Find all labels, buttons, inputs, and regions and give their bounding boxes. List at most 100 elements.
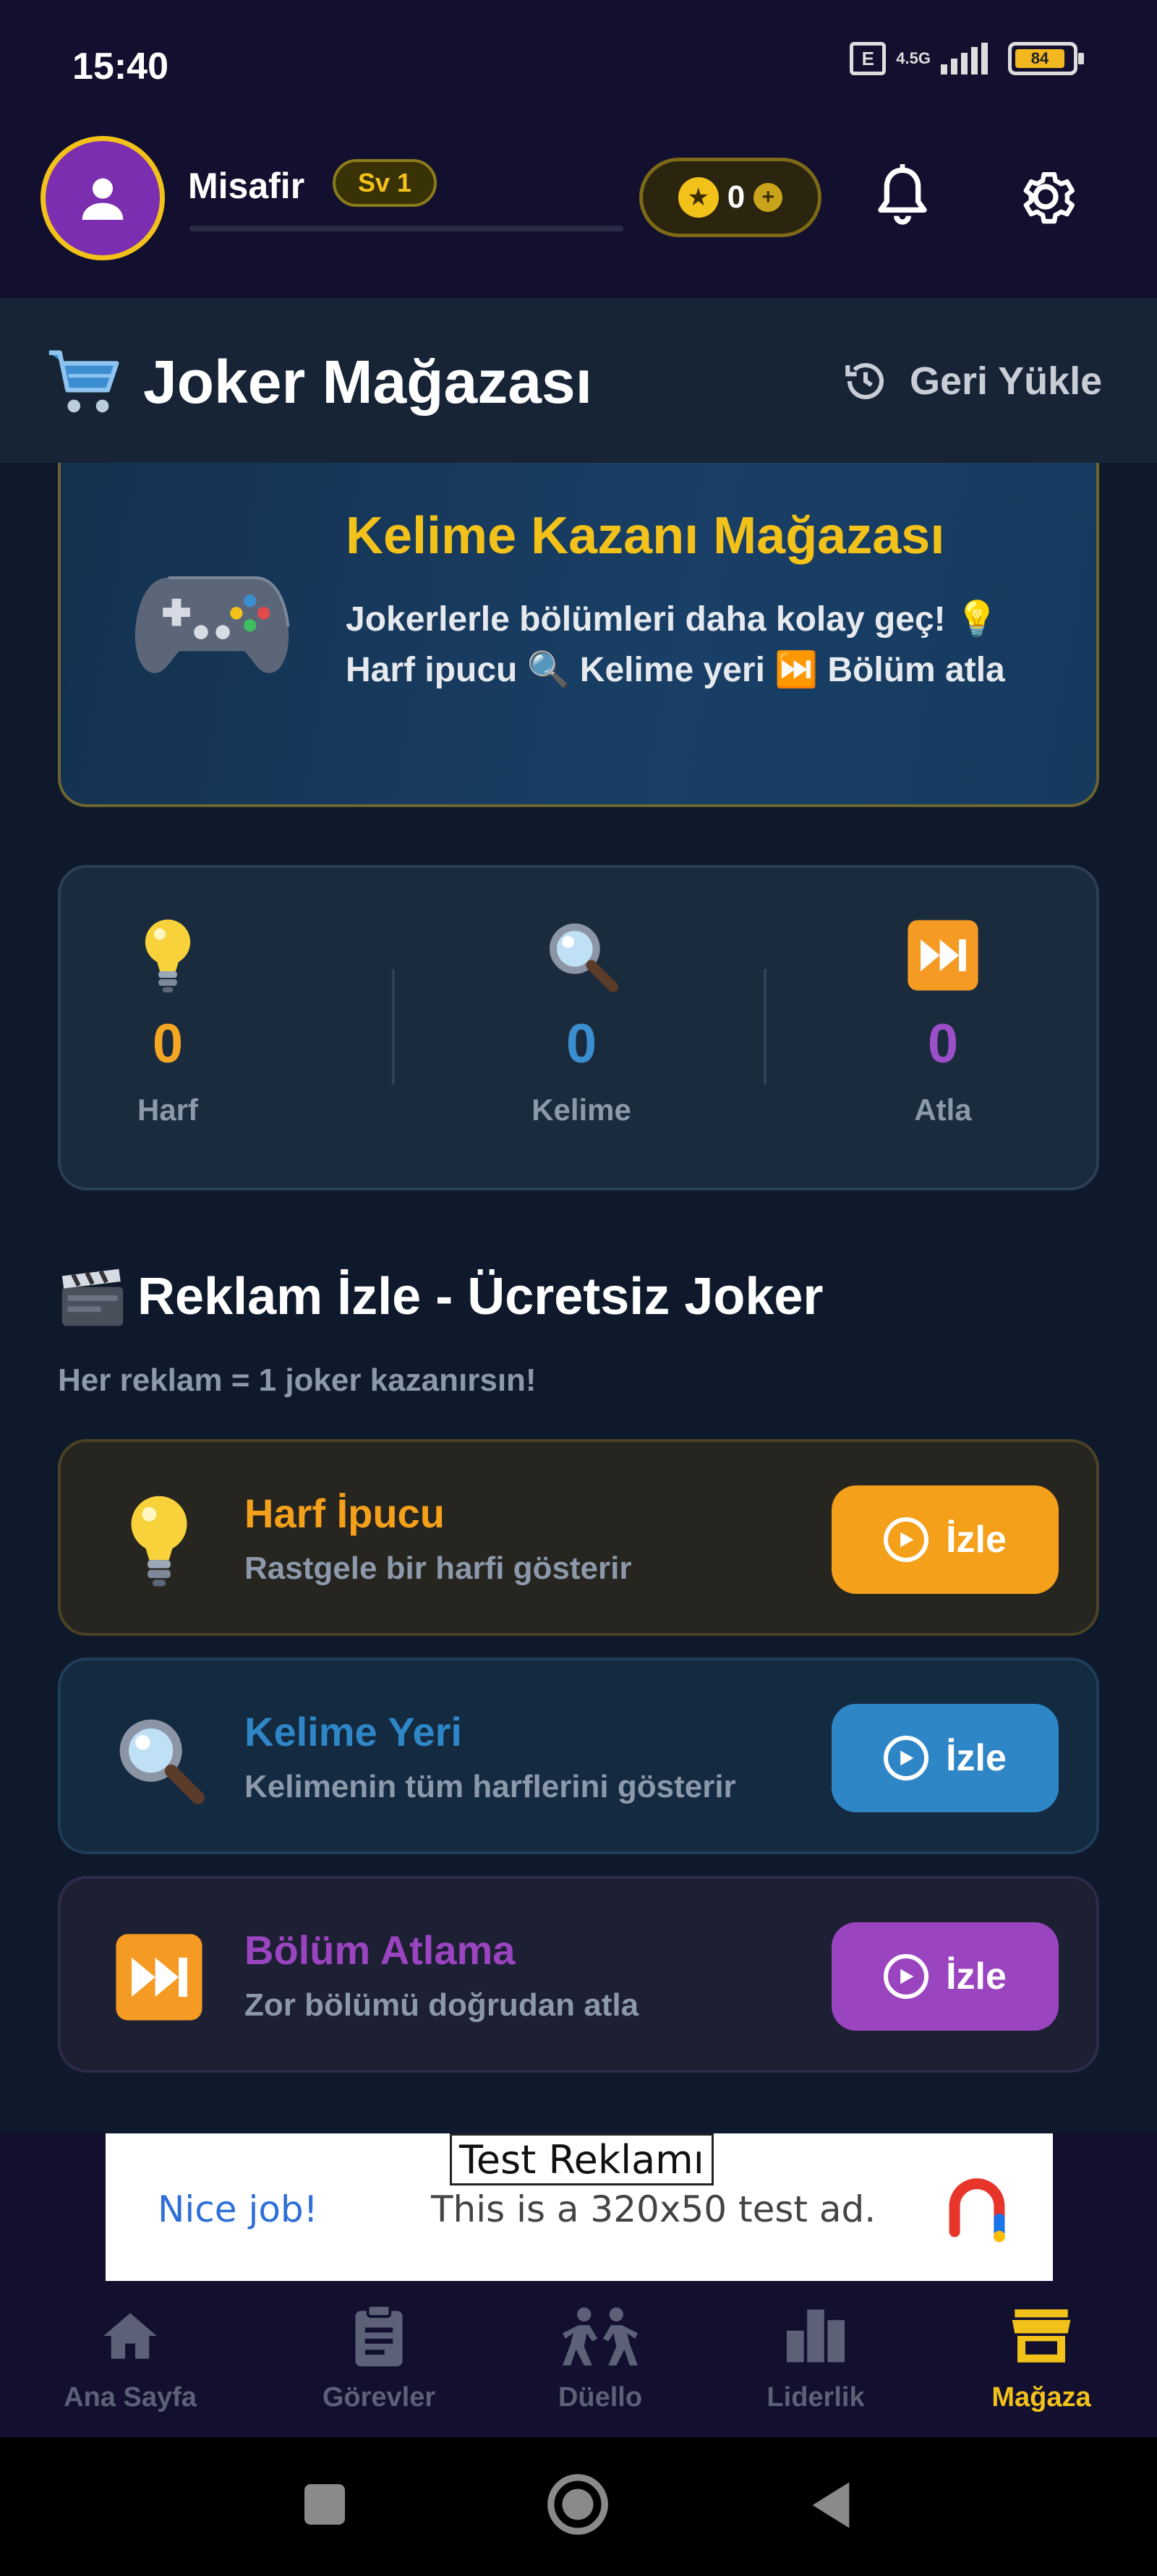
signal-icon: [941, 43, 988, 74]
divider: [764, 969, 767, 1085]
watch-label: İzle: [946, 1519, 1007, 1561]
user-icon: [82, 178, 124, 220]
test-ad-banner[interactable]: Test Reklamı Nice job! This is a 320x50 …: [106, 2133, 1053, 2281]
nav-ana-sayfa[interactable]: Ana Sayfa: [22, 2303, 239, 2413]
battery-level: 84: [1015, 49, 1064, 68]
settings-button[interactable]: [1011, 162, 1080, 231]
banner-title: Kelime Kazanı Mağazası: [346, 507, 945, 565]
play-icon: [884, 1517, 929, 1562]
recents-button[interactable]: [299, 2479, 350, 2533]
reward-kelime-yeri: Kelime Yeri Kelimenin tüm harflerini gös…: [58, 1658, 1099, 1854]
home-button[interactable]: [544, 2470, 612, 2542]
light-bulb-icon: [59, 916, 276, 995]
ad-cta[interactable]: Nice job!: [158, 2188, 318, 2230]
back-triangle-icon: [812, 2482, 850, 2528]
stat-value: 0: [927, 1013, 959, 1075]
bottom-navigation: Ana Sayfa Görevler Düello Liderlik Mağaz…: [0, 2281, 1157, 2437]
magnifier-icon: [473, 916, 690, 995]
banner-description: Jokerlerle bölümleri daha kolay geç! 💡 H…: [346, 600, 1005, 689]
back-button[interactable]: [807, 2478, 855, 2536]
gear-icon: [1023, 172, 1075, 224]
divider: [392, 969, 395, 1085]
battery-icon: 84: [1008, 42, 1084, 75]
home-icon: [22, 2303, 239, 2369]
nav-label: Ana Sayfa: [64, 2382, 197, 2413]
game-controller-icon: [130, 561, 294, 684]
ad-container: Test Reklamı Nice job! This is a 320x50 …: [0, 2133, 1157, 2281]
add-coins-icon: +: [753, 183, 783, 212]
nav-gorevler[interactable]: Görevler: [270, 2303, 487, 2413]
history-icon: [845, 363, 884, 400]
stat-value: 0: [152, 1013, 184, 1075]
watch-ad-button[interactable]: İzle: [832, 1922, 1059, 2031]
reward-description: Rastgele bir harfi gösterir: [244, 1551, 632, 1586]
stat-label: Kelime: [531, 1093, 631, 1127]
profile-header: Misafir Sv 1 ★ 0 +: [0, 130, 1157, 298]
avatar[interactable]: [40, 136, 165, 260]
reward-title: Bölüm Atlama: [244, 1927, 516, 1973]
square-icon: [304, 2484, 345, 2525]
skip-forward-icon: [834, 916, 1051, 995]
section-subtitle: Her reklam = 1 joker kazanırsın!: [58, 1362, 537, 1398]
magnifier-icon: [108, 1708, 210, 1809]
stat-label: Harf: [137, 1093, 199, 1127]
nav-label: Liderlik: [767, 2382, 865, 2413]
duel-icon: [492, 2303, 709, 2369]
clipboard-icon: [270, 2303, 487, 2369]
stat-harf: 0 Harf: [59, 916, 276, 1127]
nav-label: Düello: [558, 2382, 643, 2413]
page-header: Joker Mağazası Geri Yükle: [0, 298, 1157, 463]
store-banner: Kelime Kazanı Mağazası Jokerlerle bölüml…: [58, 463, 1099, 807]
status-bar: 15:40 E 4.5G 84: [0, 0, 1157, 130]
nav-duello[interactable]: Düello: [492, 2303, 709, 2413]
status-time: 15:40: [72, 46, 168, 88]
nav-label: Görevler: [322, 2382, 436, 2413]
light-bulb-icon: [108, 1490, 210, 1591]
page-title: Joker Mağazası: [143, 348, 592, 416]
joker-inventory-card: 0 Harf 0 Kelime 0 Atla: [58, 865, 1099, 1190]
reward-harf-ipucu: Harf İpucu Rastgele bir harfi gösterir İ…: [58, 1439, 1099, 1636]
stat-kelime: 0 Kelime: [473, 916, 690, 1127]
reward-title: Harf İpucu: [244, 1490, 445, 1536]
nav-magaza[interactable]: Mağaza: [933, 2303, 1150, 2413]
user-name: Misafir: [188, 166, 305, 206]
circle-icon: [547, 2474, 608, 2535]
coin-value: 0: [727, 179, 746, 215]
network-label: 4.5G: [896, 49, 931, 67]
status-icons: E 4.5G 84: [850, 42, 1084, 75]
nav-label: Mağaza: [991, 2382, 1091, 2413]
sim-icon: E: [850, 42, 887, 75]
level-badge: Sv 1: [333, 159, 437, 207]
bell-icon: [878, 164, 927, 225]
restore-purchases-button[interactable]: Geri Yükle: [842, 357, 1102, 405]
play-icon: [884, 1736, 929, 1780]
restore-label: Geri Yükle: [910, 359, 1103, 403]
notifications-button[interactable]: [874, 162, 931, 231]
watch-ad-button[interactable]: İzle: [832, 1704, 1059, 1812]
stat-label: Atla: [914, 1093, 972, 1127]
xp-progress-bar: [189, 226, 623, 231]
play-icon: [884, 1954, 929, 1999]
nav-liderlik[interactable]: Liderlik: [707, 2303, 924, 2413]
reward-title: Kelime Yeri: [244, 1709, 462, 1754]
ad-tag: Test Reklamı: [450, 2133, 714, 2185]
reward-description: Zor bölümü doğrudan atla: [244, 1987, 639, 2023]
skip-forward-icon: [108, 1927, 210, 2028]
watch-label: İzle: [946, 1737, 1007, 1779]
system-navigation-bar: [0, 2437, 1157, 2576]
coin-balance-button[interactable]: ★ 0 +: [639, 158, 821, 237]
leaderboard-icon: [707, 2303, 924, 2369]
store-icon: [933, 2303, 1150, 2369]
section-title: Reklam İzle - Ücretsiz Joker: [137, 1268, 824, 1326]
stat-value: 0: [565, 1013, 597, 1075]
star-coin-icon: ★: [678, 177, 719, 218]
stat-atla: 0 Atla: [834, 916, 1051, 1127]
reward-description: Kelimenin tüm harflerini gösterir: [244, 1769, 736, 1804]
reward-bolum-atlama: Bölüm Atlama Zor bölümü doğrudan atla İz…: [58, 1876, 1099, 2073]
clapperboard-icon: [59, 1267, 126, 1329]
ad-text: This is a 320x50 test ad.: [431, 2188, 876, 2230]
ad-logo-icon: [939, 2171, 1015, 2248]
watch-label: İzle: [946, 1956, 1007, 1997]
shopping-cart-icon: [42, 338, 127, 424]
watch-ad-button[interactable]: İzle: [832, 1485, 1059, 1594]
